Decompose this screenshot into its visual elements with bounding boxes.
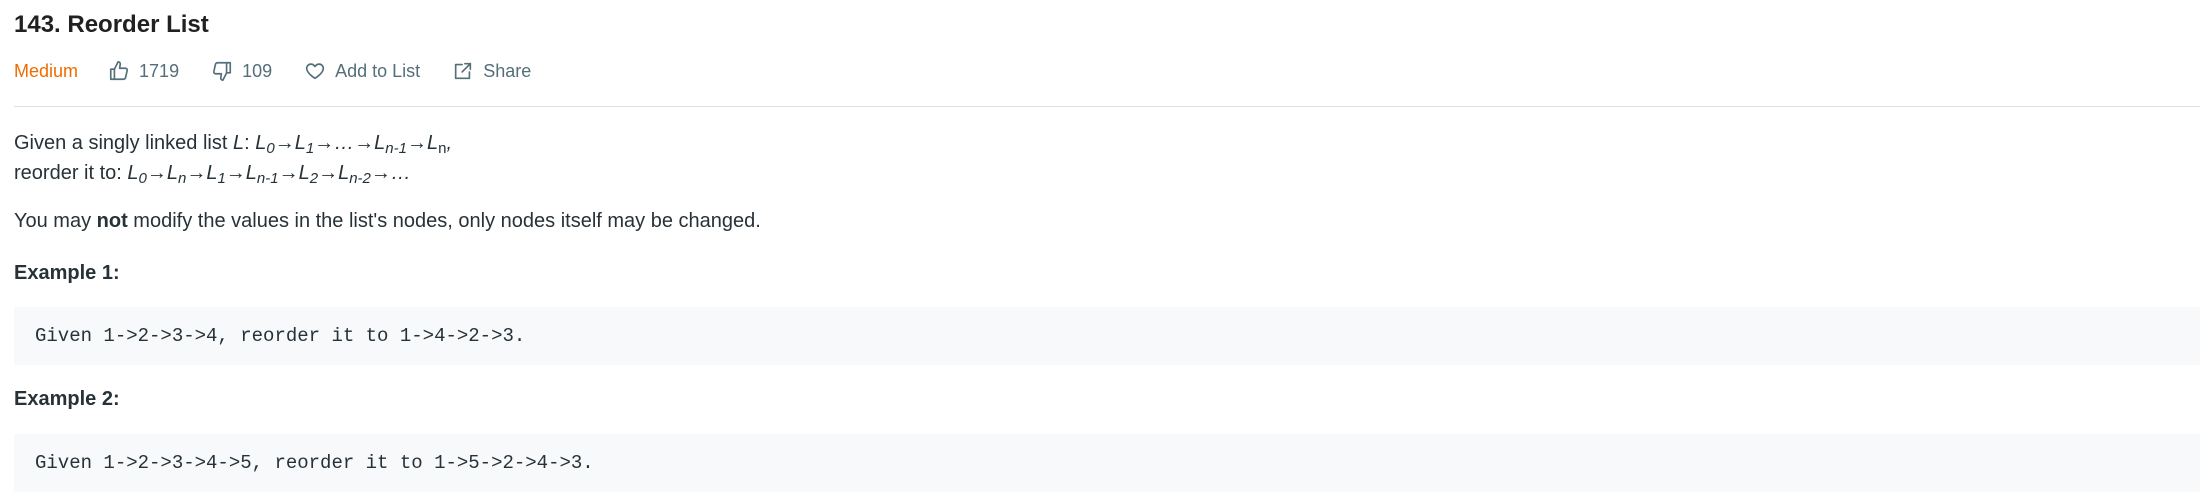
dislike-count: 109: [242, 60, 273, 81]
description-line-1: Given a singly linked list L: L0→L1→…→Ln…: [14, 132, 453, 157]
thumbs-down-icon: [211, 60, 233, 82]
share-icon: [452, 60, 474, 82]
problem-title: 143. Reorder List: [14, 11, 209, 38]
list-variable: L: [232, 132, 245, 154]
share-label: Share: [483, 60, 532, 81]
example-2-code: Given 1->2->3->4->5, reorder it to 1->5-…: [14, 434, 2200, 492]
example-heading: Example 2:: [14, 388, 120, 410]
constraint-text: You may not modify the values in the lis…: [14, 210, 761, 232]
example-heading: Example 1:: [14, 262, 120, 284]
dislike-button[interactable]: 109: [211, 60, 272, 82]
add-to-list-button[interactable]: Add to List: [304, 60, 420, 82]
header-divider: [14, 106, 2200, 107]
problem-description: Given a singly linked list L: L0→L1→…→Ln…: [14, 128, 2200, 236]
example-2-section: Example 2:: [14, 384, 2200, 414]
like-button[interactable]: 1719: [108, 60, 179, 82]
list-sequence-formula: L0→L1→…→Ln-1→Ln,: [255, 132, 453, 157]
problem-meta-bar: Medium 1719 109 Add to List Share: [14, 56, 563, 86]
reordered-sequence-formula: L0→Ln→L1→Ln-1→L2→Ln-2→…: [127, 162, 411, 187]
like-count: 1719: [139, 60, 180, 81]
example-1-code: Given 1->2->3->4, reorder it to 1->4->2-…: [14, 307, 2200, 365]
thumbs-up-icon: [108, 60, 130, 82]
description-line-2: reorder it to: L0→Ln→L1→Ln-1→L2→Ln-2→…: [14, 162, 411, 187]
difficulty-label: Medium: [14, 60, 79, 81]
problem-page: 143. Reorder List Medium 1719 109 Add to…: [0, 0, 2200, 496]
add-to-list-label: Add to List: [335, 60, 421, 81]
heart-icon: [304, 60, 326, 82]
share-button[interactable]: Share: [452, 60, 531, 82]
example-1-section: Example 1:: [14, 258, 2200, 288]
